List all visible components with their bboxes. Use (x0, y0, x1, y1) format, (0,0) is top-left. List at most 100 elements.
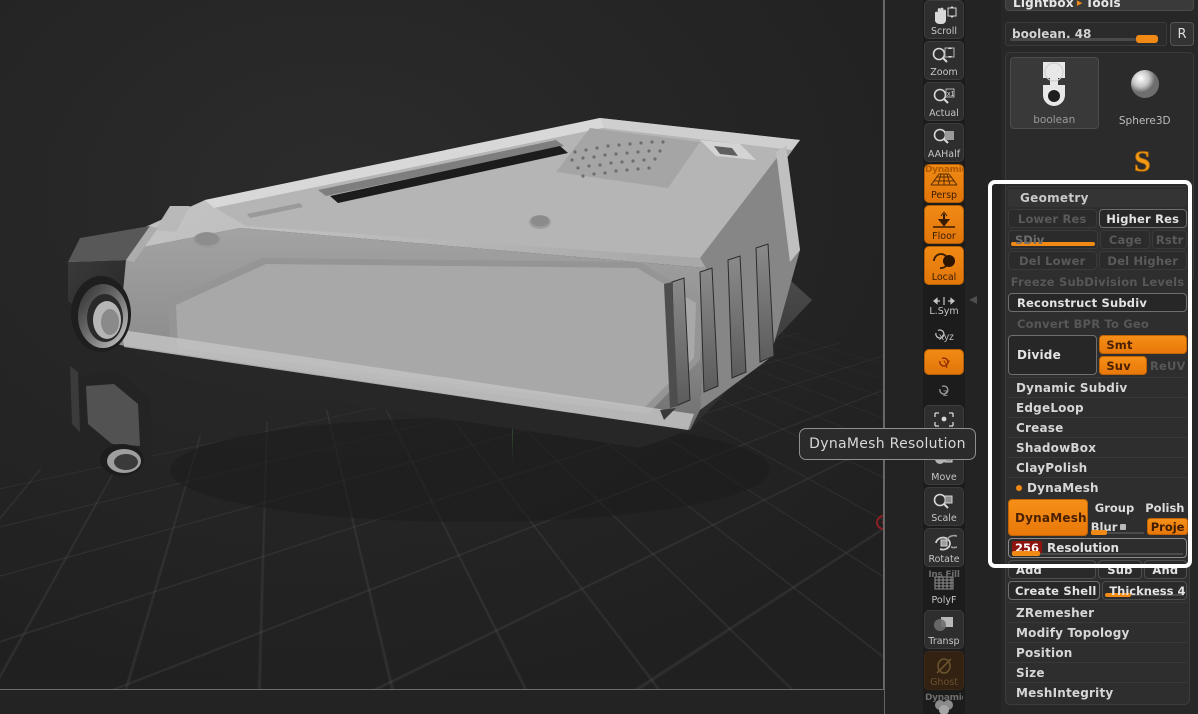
toolbar-button-floor[interactable]: Floor (924, 205, 964, 244)
transparency-icon (925, 611, 963, 636)
magnifier-aahalf-icon (925, 124, 963, 149)
slider-knob[interactable] (1136, 35, 1158, 43)
svg-text:z: z (943, 388, 948, 398)
rotate-z-icon: z (925, 378, 963, 402)
del-lower-button[interactable]: Del Lower (1008, 251, 1097, 270)
section-dynamic-subdiv[interactable]: Dynamic Subdiv (1008, 377, 1187, 397)
toolbar-label: PolyF (931, 595, 957, 606)
section-modify-topology[interactable]: Modify Topology (1008, 622, 1187, 642)
rotate-y-icon: Y (925, 350, 963, 374)
panel-collapse-icon[interactable]: ◂ (966, 286, 980, 312)
toolbar-label: Persp (930, 190, 958, 201)
dynamesh-button[interactable]: DynaMesh (1008, 499, 1088, 536)
geometry-subpalette: Geometry Lower Res Higher Res SDiv Cage … (1005, 186, 1190, 705)
zbrush-window: DynaMesh Resolution Scroll Zoom x1 Actua… (0, 0, 1198, 714)
toolbar-button-transp[interactable]: Transp (924, 610, 964, 649)
scale-icon (925, 488, 963, 513)
toolbar-button-local[interactable]: Local (924, 246, 964, 285)
toolbar-label: Move (931, 472, 957, 483)
floor-plane-icon (925, 206, 963, 231)
toolbar-button-y[interactable]: Y (924, 349, 964, 375)
toolbar-label: Rotate (928, 554, 960, 565)
suv-button[interactable]: Suv (1099, 356, 1147, 375)
dynamesh-group-button[interactable]: Group (1091, 499, 1138, 516)
canvas-edge-guide (884, 0, 885, 714)
thickness-value: 4 (1177, 583, 1186, 598)
section-shadowbox[interactable]: ShadowBox (1008, 437, 1187, 457)
reconstruct-row: Reconstruct Subdiv (1008, 293, 1187, 312)
toolbar-label: Zoom (930, 67, 958, 78)
smt-button[interactable]: Smt (1099, 335, 1187, 354)
dynamesh-options: Group Polish Blur Proje (1090, 499, 1189, 536)
dynamesh-project-button[interactable]: Proje (1146, 518, 1189, 535)
create-shell-button[interactable]: Create Shell (1008, 581, 1101, 600)
section-position[interactable]: Position (1008, 642, 1187, 662)
dynamesh-sub-button[interactable]: Sub (1098, 560, 1142, 579)
toolbar-button-zoom[interactable]: Zoom (924, 41, 964, 80)
toolbar-button-solo[interactable]: Dynamic Solo (924, 692, 964, 714)
section-dynamesh-label: DynaMesh (1027, 480, 1099, 495)
section-claypolish[interactable]: ClayPolish (1008, 457, 1187, 477)
dynamesh-main-wrap: DynaMesh (1008, 499, 1088, 536)
toolbar-button-actual[interactable]: x1 Actual (924, 82, 964, 121)
lower-res-button[interactable]: Lower Res (1008, 209, 1097, 228)
tool-name-slider[interactable]: boolean. 48 (1005, 22, 1167, 46)
freeze-subdivision-levels-button[interactable]: Freeze SubDivision Levels (1008, 272, 1187, 291)
tool-name-row: boolean. 48 R (1005, 21, 1194, 47)
tool-reset-button[interactable]: R (1170, 22, 1194, 46)
toolbar-button-scroll[interactable]: Scroll (924, 0, 964, 39)
reuv-button[interactable]: ReUV (1149, 356, 1187, 375)
toolbar-supertext: Dynamic (925, 165, 964, 175)
cage-button[interactable]: Cage (1100, 230, 1151, 249)
section-zremesher[interactable]: ZRemesher (1008, 602, 1187, 622)
section-meshintegrity[interactable]: MeshIntegrity (1008, 682, 1187, 702)
dynamesh-polish-button[interactable]: Polish (1141, 499, 1188, 516)
del-higher-button[interactable]: Del Higher (1098, 251, 1187, 270)
tool-cell-sphere3d[interactable]: Sphere3D (1101, 57, 1190, 129)
higher-res-button[interactable]: Higher Res (1098, 209, 1187, 228)
tool-cell-boolean-large[interactable]: boolean (1010, 57, 1099, 129)
pistol-slide-model[interactable] (0, 0, 883, 689)
toolbar-button-z[interactable]: z (924, 377, 964, 403)
toolbar-label: Actual (929, 108, 959, 119)
rstr-button[interactable]: Rstr (1152, 230, 1187, 249)
viewport-toolbar: Scroll Zoom x1 Actual AAHalf Dynamic Per… (923, 0, 965, 714)
lightbox-tools-titlebar[interactable]: Lightbox ▸ Tools (1005, 0, 1194, 11)
dynamesh-add-button[interactable]: Add (1008, 560, 1097, 579)
sdiv-slider[interactable]: SDiv (1008, 230, 1099, 249)
toolbar-button-persp[interactable]: Dynamic Persp (924, 164, 964, 203)
dynamesh-resolution-slider[interactable]: 256 Resolution (1008, 538, 1187, 558)
toolbar-button-scale[interactable]: Scale (924, 487, 964, 526)
divide-button[interactable]: Divide (1008, 335, 1098, 375)
toolbar-supertext: Dynamic (925, 693, 964, 703)
reconstruct-subdiv-button[interactable]: Reconstruct Subdiv (1008, 293, 1187, 312)
section-crease[interactable]: Crease (1008, 417, 1187, 437)
convert-bpr-to-geo-button[interactable]: Convert BPR To Geo (1008, 314, 1187, 333)
svg-text:S: S (1134, 145, 1151, 178)
toolbar-button-lsym[interactable]: L.Sym (924, 293, 964, 319)
thickness-slider[interactable]: Thickness 4 (1102, 581, 1187, 600)
canvas-viewport[interactable] (0, 0, 884, 690)
ghost-icon (925, 652, 963, 677)
tool-cell-label: boolean (1033, 114, 1076, 126)
toolbar-button-rotate[interactable]: Rotate (924, 528, 964, 567)
section-edgeloop[interactable]: EdgeLoop (1008, 397, 1187, 417)
section-dynamesh[interactable]: DynaMesh (1008, 477, 1187, 497)
toolbar-button-xyz[interactable]: xyz (924, 321, 964, 347)
dynamesh-blur-slider[interactable]: Blur (1090, 518, 1144, 535)
dynamesh-boolean-row: Add Sub And (1008, 560, 1187, 579)
toolbar-button-polyf[interactable]: Ins Fill PolyF (924, 569, 964, 608)
toolbar-label: Scale (931, 513, 957, 524)
magnifier-zoom-icon (925, 42, 963, 67)
toolbar-button-aahalf[interactable]: AAHalf (924, 123, 964, 162)
section-size[interactable]: Size (1008, 662, 1187, 682)
svg-text:xyz: xyz (939, 332, 954, 342)
delete-subdiv-row: Del Lower Del Higher (1008, 251, 1187, 270)
toolbar-button-ghost[interactable]: Ghost (924, 651, 964, 690)
slider-track (1010, 38, 1136, 41)
convert-bpr-row: Convert BPR To Geo (1008, 314, 1187, 333)
toolbar-supertext: Ins Fill (928, 570, 960, 580)
geometry-header[interactable]: Geometry (1008, 189, 1187, 207)
dynamesh-and-button[interactable]: And (1143, 560, 1187, 579)
magnifier-actual-icon: x1 (925, 83, 963, 108)
